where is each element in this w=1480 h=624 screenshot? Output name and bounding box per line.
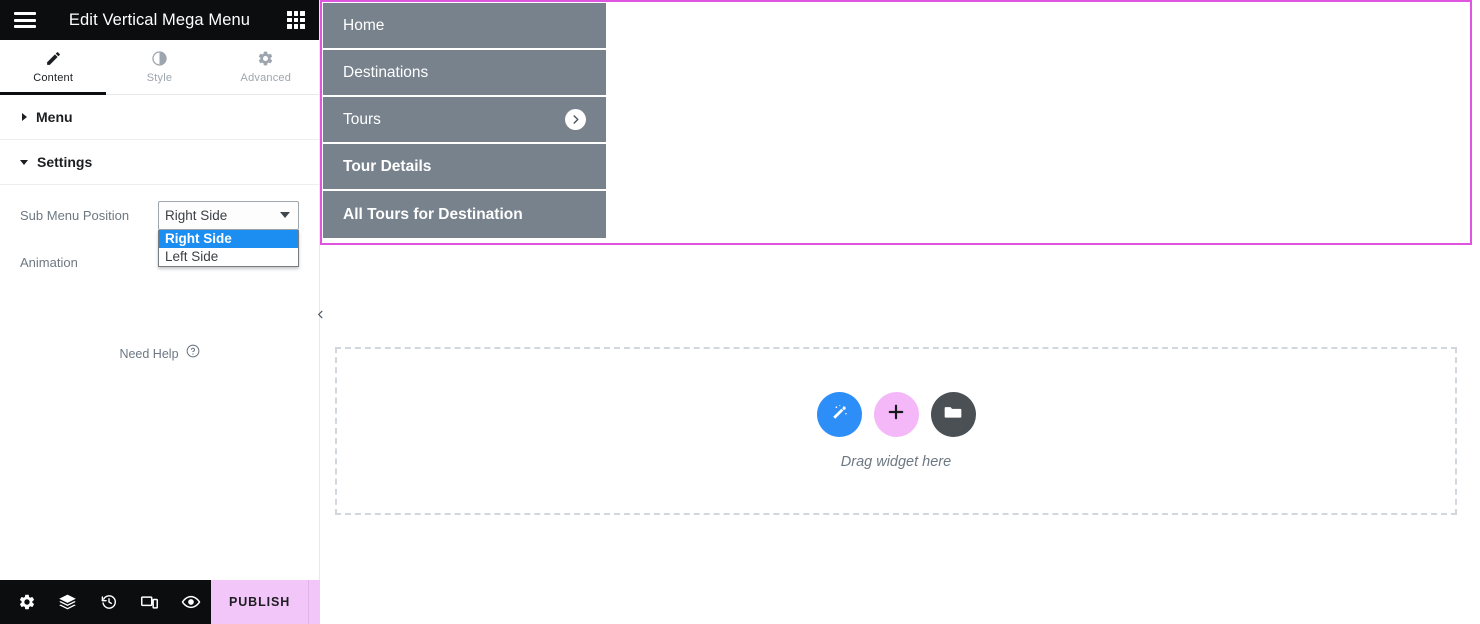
panel-tabs: Content Style Advanced [0,40,319,95]
settings-controls: Sub Menu Position Right Side Right Side … [0,185,319,363]
tab-style-label: Style [146,72,173,84]
tab-advanced[interactable]: Advanced [213,40,319,94]
publish-button[interactable]: PUBLISH [211,580,308,624]
panel-footer: PUBLISH [0,580,349,624]
gear-icon [257,50,274,67]
tab-style[interactable]: Style [106,40,212,94]
tab-advanced-label: Advanced [240,72,292,84]
pencil-icon [45,50,62,67]
section-menu[interactable]: Menu [0,95,319,140]
chevron-down-icon [280,212,290,218]
section-settings-title: Settings [37,154,93,170]
history-clock-icon[interactable] [88,580,129,624]
menu-item-tours[interactable]: Tours [323,97,606,144]
tab-content[interactable]: Content [0,40,107,95]
menu-item-tour-details[interactable]: Tour Details [323,144,606,191]
preview-eye-icon[interactable] [170,580,211,624]
drop-zone-buttons [816,392,976,437]
add-widget-button[interactable] [873,392,919,437]
sub-menu-position-options: Right Side Left Side [158,229,299,267]
sub-menu-position-select-wrap: Right Side Right Side Left Side [158,200,299,267]
menu-item-label: Tour Details [343,157,432,175]
sub-menu-position-label: Sub Menu Position [20,207,130,223]
need-help[interactable]: Need Help [20,344,299,363]
ai-magic-wand-button[interactable] [816,392,862,437]
option-right-side[interactable]: Right Side [159,229,298,248]
plus-icon [886,402,906,427]
folder-icon [943,402,963,427]
menu-item-label: Home [343,16,385,34]
menu-item-all-tours-for-destination[interactable]: All Tours for Destination [323,191,606,238]
contrast-circle-icon [151,50,168,67]
chevron-right-circle-icon[interactable] [565,109,586,130]
template-folder-button[interactable] [930,392,976,437]
vertical-mega-menu-widget: Home Destinations Tours Tour Details All… [323,3,606,238]
section-menu-title: Menu [36,109,73,125]
panel-collapse-handle[interactable] [312,297,328,335]
sub-menu-position-value: Right Side [165,207,228,223]
editor-canvas: Home Destinations Tours Tour Details All… [317,0,1480,624]
chevron-left-icon [315,307,326,325]
drop-zone-hint: Drag widget here [840,454,952,470]
selected-widget-section[interactable]: Home Destinations Tours Tour Details All… [320,0,1472,245]
grid-apps-icon[interactable] [287,11,305,29]
option-left-side[interactable]: Left Side [159,248,298,266]
panel-header: Edit Vertical Mega Menu [0,0,319,40]
footer-tools [0,580,211,624]
menu-item-home[interactable]: Home [323,3,606,50]
menu-item-label: Destinations [343,63,429,81]
page-title: Edit Vertical Mega Menu [68,10,251,29]
section-settings[interactable]: Settings [0,140,319,185]
menu-item-label: Tours [343,110,381,128]
need-help-label: Need Help [119,346,179,361]
question-circle-icon [186,344,200,363]
settings-gear-icon[interactable] [6,580,47,624]
responsive-device-icon[interactable] [129,580,170,624]
caret-down-icon [20,159,28,165]
menu-item-label: All Tours for Destination [343,205,523,223]
sub-menu-position-select[interactable]: Right Side [158,200,299,230]
tab-content-label: Content [33,72,74,84]
widget-drop-zone[interactable]: Drag widget here [335,347,1457,515]
layers-navigator-icon[interactable] [47,580,88,624]
editor-sidebar-panel: Edit Vertical Mega Menu Content Style Ad… [0,0,349,624]
menu-item-destinations[interactable]: Destinations [323,50,606,97]
control-sub-menu-position: Sub Menu Position Right Side Right Side … [20,199,299,267]
caret-right-icon [22,113,27,121]
magic-wand-icon [830,403,849,427]
editor-root: Edit Vertical Mega Menu Content Style Ad… [0,0,1480,624]
